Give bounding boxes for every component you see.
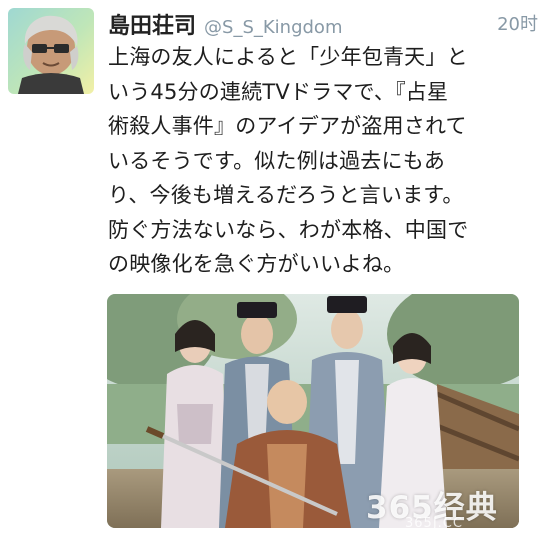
watermark-subtext: 365J.CC [405,516,463,528]
tweet-header: 島田荘司 @S_S_Kingdom 20时 [108,8,538,39]
user-handle[interactable]: @S_S_Kingdom [204,17,342,38]
display-name[interactable]: 島田荘司 [108,14,196,39]
avatar[interactable] [8,8,94,94]
tweet-media-image[interactable]: 365经典 365J.CC [107,294,519,528]
tweet-text-line: 上海の友人によると「少年包青天」と [108,45,468,69]
tweet-text-line: の映像化を急ぐ方がいいよね。 [108,252,405,276]
tweet-text-line: いう45分の連続TVドラマで、『占星 [108,79,449,104]
tweet-text: 上海の友人によると「少年包青天」と いう45分の連続TVドラマで、『占星 術殺人… [108,40,533,282]
tweet-text-line: り、今後も増えるだろうと言います。 [108,183,464,207]
tweet-text-line: いるそうです。似た例は過去にもあ [108,148,446,173]
profile-photo-icon [18,15,84,94]
tweet-text-line: 防ぐ方法ないなら、わが本格、中国で [108,217,469,242]
tweet-text-line: 術殺人事件』のアイデアが盗用されて [108,114,467,138]
timestamp[interactable]: 20时 [497,10,538,36]
tweet-card: 島田荘司 @S_S_Kingdom 20时 上海の友人によると「少年包青天」と い… [0,0,552,537]
